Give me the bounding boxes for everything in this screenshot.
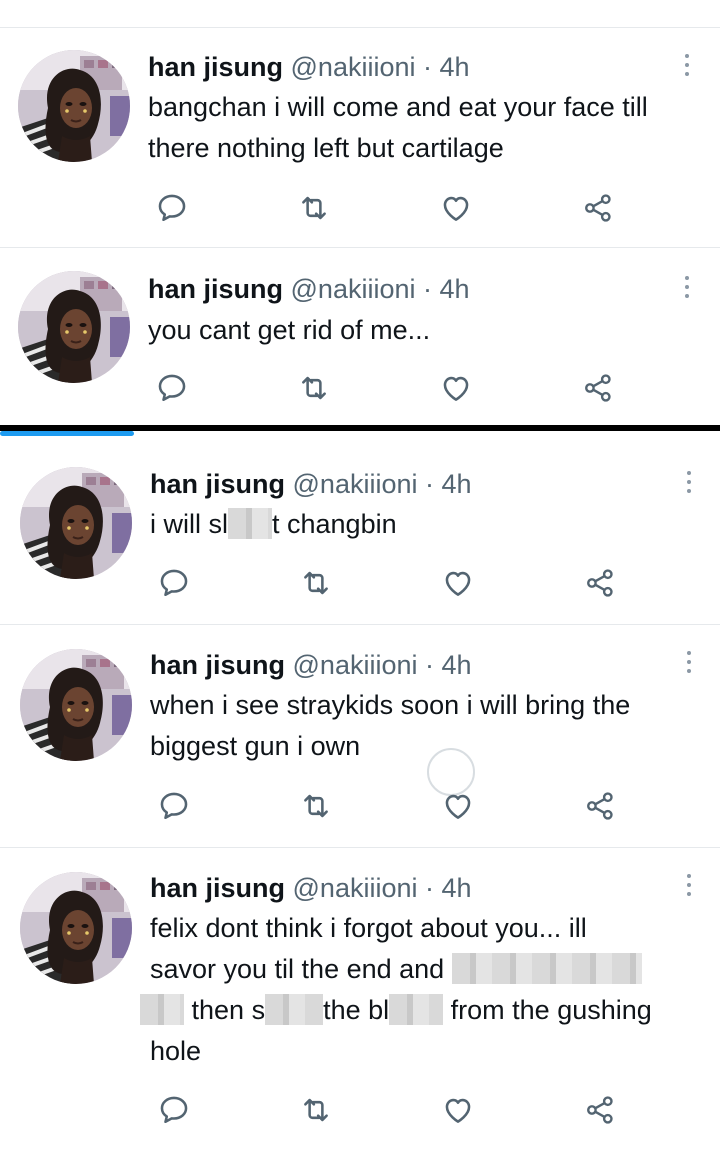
share-icon[interactable]	[578, 784, 622, 828]
like-icon[interactable]	[436, 1088, 480, 1132]
display-name[interactable]: han jisung	[148, 52, 283, 82]
share-icon[interactable]	[576, 366, 620, 410]
more-vertical-icon[interactable]	[686, 471, 692, 497]
share-icon[interactable]	[578, 561, 622, 605]
tweet-text: bangchan i will come and eat your face t…	[148, 92, 648, 163]
tweet-actions	[0, 1088, 720, 1132]
tweet-header: han jisung @nakiiioni · 4h	[150, 467, 472, 501]
tweet-header: han jisung @nakiiioni · 4h	[150, 871, 472, 905]
timeline-panel-bottom: han jisung @nakiiioni · 4h i will sl t ch…	[0, 431, 720, 1149]
timestamp[interactable]: 4h	[442, 650, 472, 680]
reply-icon[interactable]	[150, 186, 194, 230]
reply-icon[interactable]	[152, 1088, 196, 1132]
censored-text	[265, 994, 324, 1025]
avatar[interactable]	[20, 872, 132, 984]
timeline-panel-top: han jisung @nakiiioni · 4h bangchan i wi…	[0, 0, 720, 425]
separator-dot: ·	[425, 650, 434, 680]
display-name[interactable]: han jisung	[150, 873, 285, 903]
reply-icon[interactable]	[150, 366, 194, 410]
separator-dot: ·	[423, 274, 432, 304]
share-icon[interactable]	[576, 186, 620, 230]
tweet-text-line: then s the bl from the gushing	[140, 990, 710, 1031]
user-handle[interactable]: @nakiiioni	[291, 52, 416, 82]
tweet-text-part: from the gushing	[450, 995, 652, 1025]
censored-text	[451, 953, 642, 984]
avatar[interactable]	[20, 649, 132, 761]
tweet-text: felix dont think i forgot about you... i…	[140, 908, 710, 1072]
retweet-icon[interactable]	[294, 784, 338, 828]
retweet-icon[interactable]	[292, 366, 336, 410]
timestamp[interactable]: 4h	[442, 469, 472, 499]
tweet[interactable]: han jisung @nakiiioni · 4h you cant get …	[0, 248, 720, 425]
tweet-actions	[0, 561, 720, 605]
tweet-actions	[0, 186, 720, 230]
tab-indicator	[0, 431, 134, 436]
tweet-text: you cant get rid of me...	[148, 315, 431, 345]
user-handle[interactable]: @nakiiioni	[291, 274, 416, 304]
separator-dot: ·	[425, 469, 434, 499]
censored-text	[228, 508, 272, 539]
tweet-text: i will sl t changbin	[150, 504, 710, 545]
retweet-icon[interactable]	[292, 186, 336, 230]
tweet-actions	[0, 366, 720, 410]
display-name[interactable]: han jisung	[150, 469, 285, 499]
tweet-text-part: the bl	[323, 995, 390, 1025]
like-icon[interactable]	[434, 366, 478, 410]
reply-icon[interactable]	[152, 561, 196, 605]
tweet-text-part: savor you til the end and	[150, 954, 445, 984]
retweet-icon[interactable]	[294, 561, 338, 605]
tweet-text-line: felix dont think i forgot about you... i…	[150, 913, 587, 943]
avatar[interactable]	[18, 50, 130, 162]
tweet-text-line: hole	[150, 1036, 202, 1066]
more-vertical-icon[interactable]	[686, 874, 692, 900]
display-name[interactable]: han jisung	[150, 650, 285, 680]
like-icon[interactable]	[434, 186, 478, 230]
tweet-header: han jisung @nakiiioni · 4h	[148, 50, 470, 84]
tweet-text-line: savor you til the end and	[150, 949, 710, 990]
separator-dot: ·	[425, 873, 434, 903]
tweet-header: han jisung @nakiiioni · 4h	[150, 648, 472, 682]
more-vertical-icon[interactable]	[686, 651, 692, 677]
user-handle[interactable]: @nakiiioni	[293, 873, 418, 903]
tweet-actions	[0, 784, 720, 828]
share-icon[interactable]	[578, 1088, 622, 1132]
tweet[interactable]: han jisung @nakiiioni · 4h when i see st…	[0, 625, 720, 847]
tweet[interactable]: han jisung @nakiiioni · 4h bangchan i wi…	[0, 28, 720, 247]
tweet[interactable]: han jisung @nakiiioni · 4h i will sl t ch…	[0, 443, 720, 625]
display-name[interactable]: han jisung	[148, 274, 283, 304]
timestamp[interactable]: 4h	[440, 274, 470, 304]
censored-text	[389, 994, 444, 1025]
timestamp[interactable]: 4h	[440, 52, 470, 82]
user-handle[interactable]: @nakiiioni	[293, 650, 418, 680]
tweet-text-part: then s	[191, 995, 266, 1025]
like-icon[interactable]	[436, 784, 480, 828]
more-vertical-icon[interactable]	[684, 54, 690, 80]
tweet-text: when i see straykids soon i will bring t…	[150, 690, 631, 761]
more-vertical-icon[interactable]	[684, 276, 690, 302]
tweet-text-part: i will sl	[150, 509, 228, 539]
censored-text	[140, 994, 184, 1025]
reply-icon[interactable]	[152, 784, 196, 828]
retweet-icon[interactable]	[294, 1088, 338, 1132]
tweet-header: han jisung @nakiiioni · 4h	[148, 272, 470, 306]
tweet[interactable]: han jisung @nakiiioni · 4h felix dont th…	[0, 848, 720, 1149]
timestamp[interactable]: 4h	[442, 873, 472, 903]
user-handle[interactable]: @nakiiioni	[293, 469, 418, 499]
separator-dot: ·	[423, 52, 432, 82]
tweet-text-part: t changbin	[272, 509, 397, 539]
like-icon[interactable]	[436, 561, 480, 605]
